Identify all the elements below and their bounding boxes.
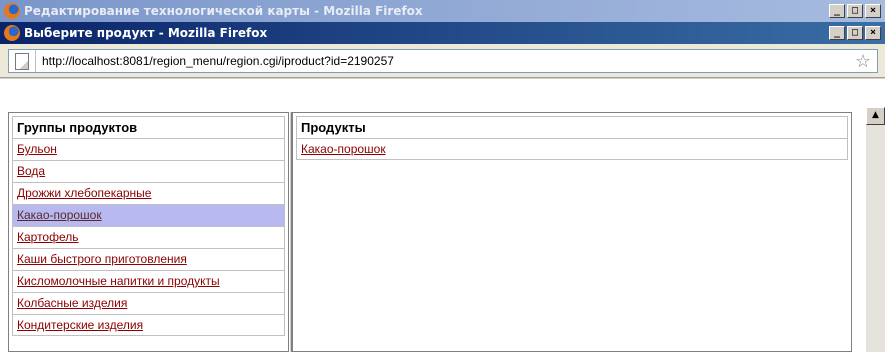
url-separator [35, 50, 36, 72]
outer-title-bar[interactable]: Редактирование технологической карты - M… [0, 0, 885, 22]
group-link[interactable]: Вода [17, 164, 45, 178]
product-groups-header: Группы продуктов [12, 116, 285, 138]
inner-window-controls: _ □ × [829, 26, 881, 40]
group-link[interactable]: Кисломолочные напитки и продукты [17, 274, 220, 288]
scroll-up-icon[interactable]: ▲ [866, 107, 885, 125]
firefox-icon [4, 3, 20, 19]
list-item[interactable]: Колбасные изделия [12, 292, 285, 314]
group-link[interactable]: Каши быстрого приготовления [17, 252, 187, 266]
group-link[interactable]: Какао-порошок [17, 208, 102, 222]
page-content: Группы продуктов Бульон Вода Дрожжи хлеб… [0, 79, 885, 352]
minimize-button[interactable]: _ [829, 26, 845, 40]
url-field[interactable]: http://localhost:8081/region_menu/region… [8, 49, 878, 73]
firefox-icon [4, 25, 20, 41]
product-link[interactable]: Какао-порошок [301, 142, 386, 156]
list-item-selected[interactable]: Какао-порошок [12, 204, 285, 226]
inner-window-title: Выберите продукт - Mozilla Firefox [24, 26, 268, 40]
list-item[interactable]: Кондитерские изделия [12, 314, 285, 336]
outer-window-controls: _ □ × [829, 4, 881, 18]
inner-title-bar[interactable]: Выберите продукт - Mozilla Firefox _ □ × [0, 22, 885, 44]
vertical-scrollbar[interactable]: ▲ [866, 107, 885, 352]
list-item[interactable]: Вода [12, 160, 285, 182]
group-link[interactable]: Бульон [17, 142, 57, 156]
address-bar: http://localhost:8081/region_menu/region… [0, 44, 885, 78]
minimize-button[interactable]: _ [829, 4, 845, 18]
products-header: Продукты [296, 116, 848, 138]
outer-window-title: Редактирование технологической карты - M… [24, 4, 423, 18]
maximize-button[interactable]: □ [847, 26, 863, 40]
list-item[interactable]: Каши быстрого приготовления [12, 248, 285, 270]
close-button[interactable]: × [865, 26, 881, 40]
product-groups-frame: Группы продуктов Бульон Вода Дрожжи хлеб… [8, 112, 289, 352]
list-item[interactable]: Бульон [12, 138, 285, 160]
star-icon[interactable]: ☆ [855, 51, 871, 72]
close-button[interactable]: × [865, 4, 881, 18]
group-link[interactable]: Кондитерские изделия [17, 318, 143, 332]
outer-window: Редактирование технологической карты - M… [0, 0, 885, 22]
list-item[interactable]: Дрожжи хлебопекарные [12, 182, 285, 204]
group-link[interactable]: Картофель [17, 230, 79, 244]
inner-window: Выберите продукт - Mozilla Firefox _ □ × [0, 22, 885, 44]
list-item[interactable]: Кисломолочные напитки и продукты [12, 270, 285, 292]
list-item[interactable]: Картофель [12, 226, 285, 248]
url-text[interactable]: http://localhost:8081/region_menu/region… [42, 54, 855, 68]
group-link[interactable]: Колбасные изделия [17, 296, 127, 310]
list-item[interactable]: Какао-порошок [296, 138, 848, 160]
products-frame: Продукты Какао-порошок [292, 112, 852, 352]
page-icon [15, 52, 29, 70]
maximize-button[interactable]: □ [847, 4, 863, 18]
group-link[interactable]: Дрожжи хлебопекарные [17, 186, 151, 200]
